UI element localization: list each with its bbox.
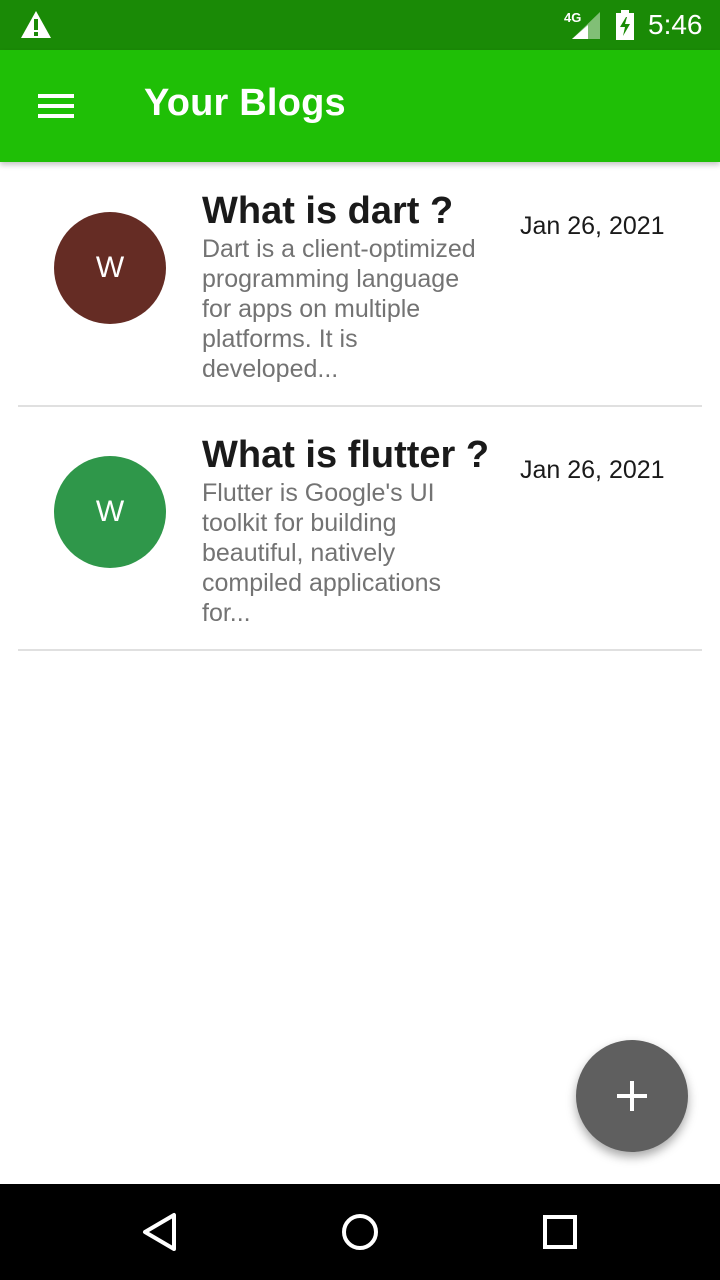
blog-list: W What is dart ? Dart is a client-optimi… [0,162,720,651]
plus-icon [617,1081,647,1111]
warning-icon [21,11,51,38]
blog-date: Jan 26, 2021 [520,456,665,484]
back-icon[interactable] [136,1208,184,1256]
blog-excerpt: Dart is a client-optimized programming l… [202,235,476,383]
add-blog-button[interactable] [576,1040,688,1152]
blog-excerpt: Flutter is Google's UI toolkit for build… [202,479,442,627]
page-title: Your Blogs [144,82,346,124]
blog-title: What is flutter ? [202,434,490,476]
recents-icon[interactable] [536,1208,584,1256]
home-icon[interactable] [336,1208,384,1256]
system-nav-bar [0,1184,720,1280]
blog-date: Jan 26, 2021 [520,212,665,240]
network-type-label: 4G [564,10,582,25]
blog-list-item[interactable]: W What is dart ? Dart is a client-optimi… [0,162,720,407]
app-bar: Your Blogs [0,50,720,162]
status-bar: 4G 5:46 [0,0,720,50]
hamburger-menu-icon[interactable] [24,74,88,138]
avatar: W [54,212,166,324]
divider [18,649,702,651]
blog-list-item[interactable]: W What is flutter ? Flutter is Google's … [0,406,720,651]
status-time: 5:46 [648,9,703,40]
blog-title: What is dart ? [202,190,454,232]
battery-charging-icon [616,10,634,40]
avatar: W [54,456,166,568]
